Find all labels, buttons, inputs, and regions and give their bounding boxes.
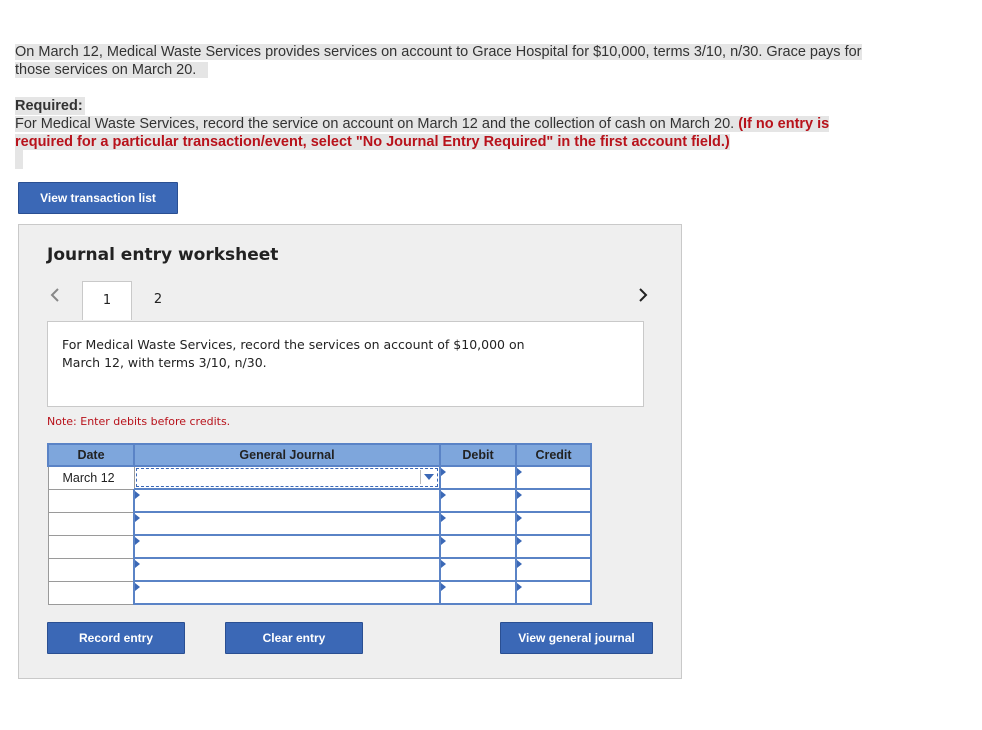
input-marker-icon — [517, 537, 522, 545]
credit-input[interactable] — [515, 465, 592, 490]
debit-input[interactable] — [439, 488, 517, 513]
table-row — [47, 580, 592, 605]
journal-entry-worksheet: Journal entry worksheet 1 2 For Medical … — [18, 224, 682, 679]
table-row — [47, 511, 592, 536]
header-debit: Debit — [439, 443, 517, 467]
highlight-bar — [15, 150, 23, 169]
header-credit: Credit — [515, 443, 592, 467]
debit-input[interactable] — [439, 580, 517, 605]
note-text: Note: Enter debits before credits. — [47, 415, 231, 428]
input-marker-icon — [441, 560, 446, 568]
chevron-right-icon[interactable] — [637, 286, 649, 309]
date-cell[interactable] — [47, 488, 135, 513]
input-marker-icon — [517, 583, 522, 591]
input-marker-icon — [441, 491, 446, 499]
date-cell[interactable] — [47, 534, 135, 559]
credit-input[interactable] — [515, 488, 592, 513]
date-cell[interactable] — [47, 557, 135, 582]
input-marker-icon — [441, 537, 446, 545]
table-row: March 12 — [47, 465, 592, 490]
input-marker-icon — [135, 491, 140, 499]
record-entry-button[interactable]: Record entry — [47, 622, 185, 654]
credit-input[interactable] — [515, 557, 592, 582]
date-cell: March 12 — [47, 465, 135, 490]
focus-outline — [135, 468, 438, 487]
header-general-journal: General Journal — [133, 443, 441, 467]
account-dropdown[interactable] — [133, 534, 441, 559]
header-date: Date — [47, 443, 135, 467]
date-value: March 12 — [62, 470, 115, 485]
date-value — [49, 494, 63, 508]
credit-input[interactable] — [515, 511, 592, 536]
instruction-line-2: March 12, with terms 3/10, n/30. — [62, 355, 267, 370]
debit-input[interactable] — [439, 465, 517, 490]
required-label: Required: — [15, 97, 85, 115]
table-row — [47, 534, 592, 559]
required-text: For Medical Waste Services, record the s… — [15, 116, 830, 132]
input-marker-icon — [135, 514, 140, 522]
view-general-journal-button[interactable]: View general journal — [500, 622, 653, 654]
date-value — [49, 517, 63, 531]
credit-input[interactable] — [515, 534, 592, 559]
chevron-left-icon[interactable] — [49, 286, 61, 309]
view-transaction-list-button[interactable]: View transaction list — [18, 182, 178, 214]
account-dropdown[interactable] — [133, 557, 441, 582]
account-dropdown[interactable] — [133, 465, 441, 490]
account-dropdown[interactable] — [133, 488, 441, 513]
worksheet-title: Journal entry worksheet — [47, 245, 279, 265]
debit-input[interactable] — [439, 534, 517, 559]
input-marker-icon — [135, 560, 140, 568]
input-marker-icon — [441, 583, 446, 591]
required-text-body: For Medical Waste Services, record the s… — [15, 116, 739, 132]
input-marker-icon — [441, 468, 446, 476]
account-dropdown[interactable] — [133, 511, 441, 536]
debit-input[interactable] — [439, 511, 517, 536]
date-value — [49, 540, 63, 554]
input-marker-icon — [517, 514, 522, 522]
tab-1[interactable]: 1 — [82, 281, 132, 320]
required-section: Required: For Medical Waste Services, re… — [15, 97, 915, 151]
debit-input[interactable] — [439, 557, 517, 582]
input-marker-icon — [517, 491, 522, 499]
problem-line-2: those services on March 20. — [15, 62, 209, 78]
journal-table: Date General Journal Debit Credit March … — [47, 443, 592, 605]
table-row — [47, 488, 592, 513]
date-cell[interactable] — [47, 511, 135, 536]
problem-line-1: On March 12, Medical Waste Services prov… — [15, 44, 862, 60]
date-value — [49, 563, 63, 577]
instruction-line-1: For Medical Waste Services, record the s… — [62, 337, 525, 352]
input-marker-icon — [135, 583, 140, 591]
table-header-row: Date General Journal Debit Credit — [47, 443, 592, 467]
input-marker-icon — [517, 468, 522, 476]
date-value — [49, 586, 63, 600]
credit-input[interactable] — [515, 580, 592, 605]
required-instruction-2: required for a particular transaction/ev… — [15, 134, 730, 150]
problem-statement: On March 12, Medical Waste Services prov… — [15, 43, 945, 79]
worksheet-instruction: For Medical Waste Services, record the s… — [47, 321, 644, 407]
date-cell[interactable] — [47, 580, 135, 605]
required-instruction-1: (If no entry is — [738, 116, 830, 132]
input-marker-icon — [135, 537, 140, 545]
tab-2[interactable]: 2 — [133, 281, 183, 320]
input-marker-icon — [441, 514, 446, 522]
chevron-down-icon[interactable] — [420, 470, 437, 484]
table-row — [47, 557, 592, 582]
account-dropdown[interactable] — [133, 580, 441, 605]
input-marker-icon — [517, 560, 522, 568]
clear-entry-button[interactable]: Clear entry — [225, 622, 363, 654]
